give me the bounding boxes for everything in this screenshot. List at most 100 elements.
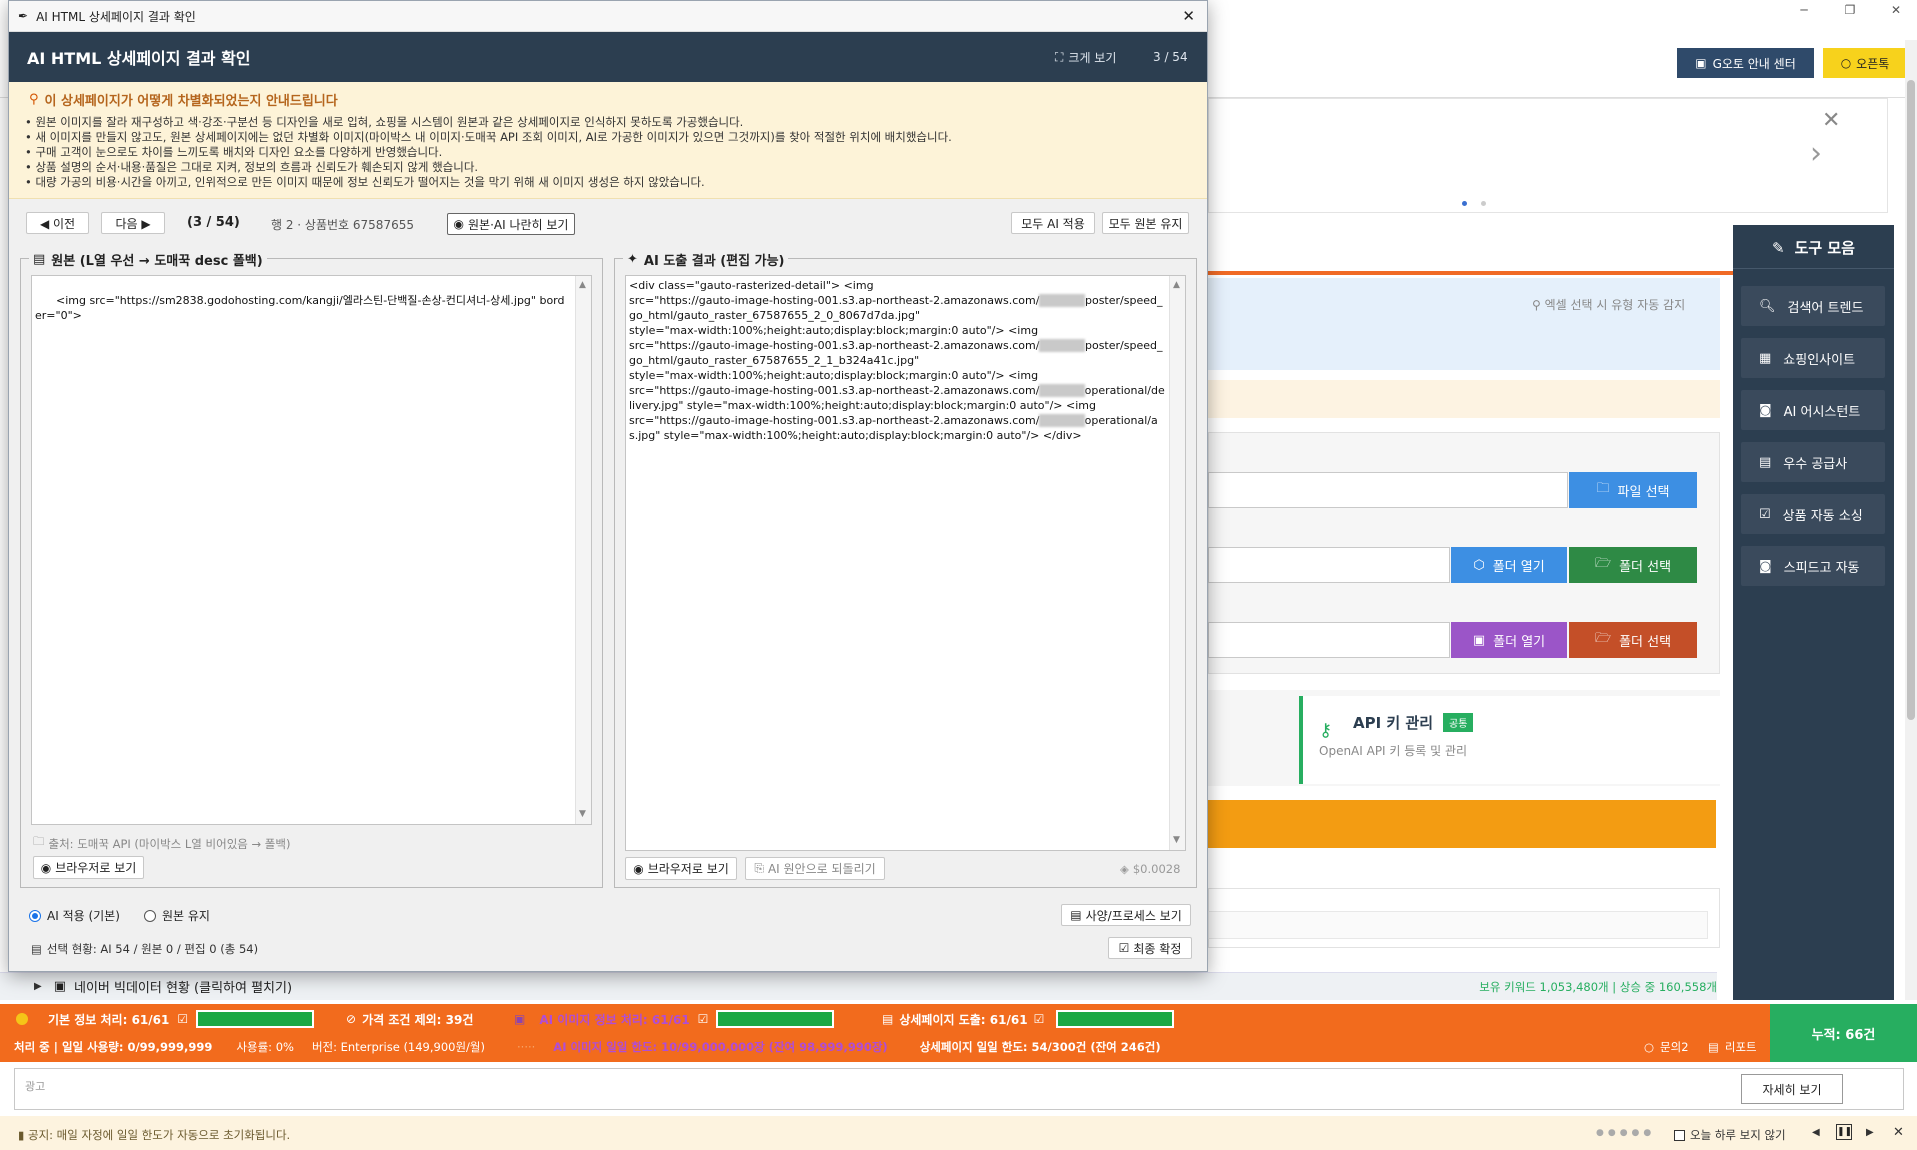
radio-ai-apply[interactable]: AI 적용 (기본) (29, 907, 120, 924)
tool-speedgo-auto[interactable]: ◙ 스피드고 자동 (1741, 546, 1885, 586)
notice-line: • 구매 고객이 눈으로도 차이를 느끼도록 배치와 디자인 요소를 다양하게 … (25, 145, 443, 159)
ai-html-textarea[interactable]: <div class="gauto-rasterized-detail"> <i… (625, 275, 1186, 851)
folder-select-button-1[interactable]: 🗁 폴더 선택 (1569, 547, 1697, 583)
file-path-input[interactable] (1208, 472, 1568, 508)
notice-line: • 대량 가공의 비용·시간을 아끼고, 인위적으로 만든 이미지 때문에 정보… (25, 175, 705, 189)
page-counter: 3 / 54 (1153, 50, 1188, 64)
clipboard-icon: ▤ (1070, 908, 1082, 922)
folder-select-button-2[interactable]: 🗁 폴더 선택 (1569, 622, 1697, 658)
report-link[interactable]: ▤ 리포트 (1708, 1036, 1757, 1058)
folder-icon: 🗀 (33, 834, 45, 848)
report-icon: ▤ (1708, 1040, 1719, 1054)
source-info: 🗀 출처: 도매꾹 API (마이박스 L열 비어있음 → 폴백) (33, 834, 290, 853)
original-scrollbar[interactable]: ▲ ▼ (575, 276, 591, 824)
banner-next-icon[interactable]: › (1810, 136, 1822, 171)
original-html-textarea[interactable]: <img src="https://sm2838.godohosting.com… (31, 275, 592, 825)
view-browser-left-button[interactable]: ◉ 브라우저로 보기 (33, 856, 144, 879)
checkbox-icon: ☑ (1759, 506, 1771, 522)
api-card-badge: 공통 (1443, 713, 1474, 732)
tool-shopping-insight[interactable]: ▦ 쇼핑인사이트 (1741, 338, 1885, 378)
tool-auto-sourcing[interactable]: ☑ 상품 자동 소싱 (1741, 494, 1885, 534)
upload-panel (1208, 278, 1720, 370)
status-line-2: 처리 중 | 일일 사용량: 0/99,999,999 사용률: 0% 버전: … (14, 1040, 1161, 1054)
banner-close-icon[interactable]: ✕ (1822, 108, 1840, 133)
ai-scrollbar[interactable]: ▲ ▼ (1169, 276, 1185, 850)
prev-icon[interactable]: ◀ (1812, 1127, 1820, 1138)
final-confirm-button[interactable]: ☑ 최종 확정 (1108, 937, 1192, 959)
redacted-path: xxxxxxx (1039, 384, 1085, 397)
result-dialog: ✒ AI HTML 상세페이지 결과 확인 ✕ AI HTML 상세페이지 결과… (8, 0, 1208, 972)
app-close-button[interactable]: ✕ (1873, 0, 1917, 20)
folder-open-button-2[interactable]: ▣ 폴더 열기 (1451, 622, 1567, 658)
difference-notice: ⚲ 이 상세페이지가 어떻게 차별화되었는지 안내드립니다 • 원본 이미지를 … (9, 82, 1207, 199)
search-icon: 🔍︎ (1759, 298, 1776, 314)
orange-banner[interactable] (1208, 800, 1716, 848)
expand-button[interactable]: ⛶ 크게 보기 (1055, 49, 1116, 66)
chat-icon: ○ (1644, 1040, 1655, 1054)
folder-path-input-1[interactable] (1208, 547, 1450, 583)
original-section: ▤ 원본 (L열 우선 → 도매꾹 desc 폴백) <img src="http… (20, 250, 603, 888)
tool-search-trend[interactable]: 🔍︎ 검색어 트렌드 (1741, 286, 1885, 326)
check-icon: ☑ (177, 1012, 189, 1026)
dialog-header-title: AI HTML 상세페이지 결과 확인 (27, 49, 251, 68)
lower-field (1208, 911, 1708, 939)
detail-progress-bar (1056, 1010, 1175, 1028)
dialog-close-icon[interactable]: ✕ (1182, 7, 1195, 25)
revert-button[interactable]: ⎘ AI 원안으로 되돌리기 (745, 857, 885, 880)
pause-icon[interactable]: ❚❚ (1836, 1124, 1852, 1140)
globe-icon: ◉ (633, 861, 644, 876)
notice-pager-dots[interactable]: ●●●●● (1596, 1128, 1655, 1138)
folder-path-input-2[interactable] (1208, 622, 1450, 658)
ad-bar: 광고 자세히 보기 (14, 1068, 1904, 1110)
details-button[interactable]: 자세히 보기 (1741, 1074, 1843, 1104)
folder-open-button-1[interactable]: ⬡ 폴더 열기 (1451, 547, 1567, 583)
guide-center-button[interactable]: ▣ G오토 안내 센터 (1677, 48, 1814, 78)
minimize-button[interactable]: ─ (1781, 0, 1827, 20)
folder-icon: 🗀 (1596, 481, 1610, 496)
hide-today-checkbox[interactable]: 오늘 하루 보지 않기 (1674, 1127, 1786, 1143)
side-by-side-button[interactable]: ◉ 원본·AI 나란히 보기 (447, 213, 575, 235)
tool-top-supplier[interactable]: ▤ 우수 공급사 (1741, 442, 1885, 482)
check-icon: ☑ (1118, 941, 1130, 955)
open-chat-button[interactable]: ○ 오픈톡 (1823, 48, 1907, 78)
chat-icon: ○ (1840, 56, 1852, 70)
dialog-titlebar[interactable]: ✒ AI HTML 상세페이지 결과 확인 ✕ (9, 1, 1207, 32)
inquiry-link[interactable]: ○ 문의2 (1644, 1036, 1689, 1058)
redacted-path: xxxxxxx (1039, 339, 1085, 352)
all-ai-button[interactable]: 모두 AI 적용 (1011, 212, 1095, 234)
banner-dot[interactable] (1481, 201, 1486, 206)
tool-ai-assistant[interactable]: ◙ AI 어시스턴트 (1741, 390, 1885, 430)
chart-icon: ▦ (1759, 350, 1772, 366)
dialog-window-title: AI HTML 상세페이지 결과 확인 (36, 9, 196, 24)
api-card-title: API 키 관리 (1353, 714, 1434, 732)
auto-detect-hint: ⚲ 엑셀 선택 시 유형 자동 감지 (1532, 298, 1686, 312)
building-icon: ▣ (1695, 56, 1707, 70)
bigdata-row[interactable]: ▶ ▣ 네이버 빅데이터 현황 (클릭하여 펼치기) 보유 키워드 1,053,… (0, 972, 1717, 1000)
status-detail: ▤ 상세페이지 도출: 61/61 ☑ (882, 1006, 1175, 1032)
document-icon: ▤ (31, 942, 42, 956)
scrollbar-thumb[interactable] (1907, 80, 1915, 720)
notice-close-icon[interactable]: ✕ (1893, 1125, 1904, 1140)
check-icon: ☑ (1033, 1012, 1045, 1026)
sparkle-icon: ✦ (627, 252, 638, 267)
image-icon: ▣ (514, 1012, 526, 1026)
globe-icon: ◉ (453, 217, 464, 231)
status-dot-icon (16, 1013, 28, 1025)
banner-dot-active[interactable] (1462, 201, 1467, 206)
toolbox-title: ✎ 도구 모음 (1733, 227, 1894, 269)
all-original-button[interactable]: 모두 원본 유지 (1102, 212, 1189, 234)
api-key-card[interactable]: ⚷ API 키 관리 공통 OpenAI API 키 등록 및 관리 (1299, 696, 1721, 784)
file-select-button[interactable]: 🗀 파일 선택 (1569, 472, 1697, 508)
view-browser-right-button[interactable]: ◉ 브라우저로 보기 (625, 857, 737, 880)
prev-button[interactable]: ◀ 이전 (26, 212, 89, 234)
radio-keep-original[interactable]: 원본 유지 (144, 907, 210, 924)
next-icon[interactable]: ▶ (1866, 1127, 1874, 1138)
api-card-desc: OpenAI API 키 등록 및 관리 (1319, 744, 1468, 758)
app-scrollbar[interactable] (1905, 40, 1917, 1000)
maximize-button[interactable]: ❐ (1827, 0, 1873, 20)
ai-section: ✦ AI 도출 결과 (편집 가능) <div class="gauto-rast… (614, 250, 1197, 888)
next-button[interactable]: 다음 ▶ (101, 212, 165, 234)
ban-icon: ⊘ (346, 1012, 357, 1026)
spec-view-button[interactable]: ▤ 사양/프로세스 보기 (1061, 904, 1191, 926)
selection-status: ▤ 선택 현황: AI 54 / 원본 0 / 편집 0 (총 54) (31, 942, 259, 956)
